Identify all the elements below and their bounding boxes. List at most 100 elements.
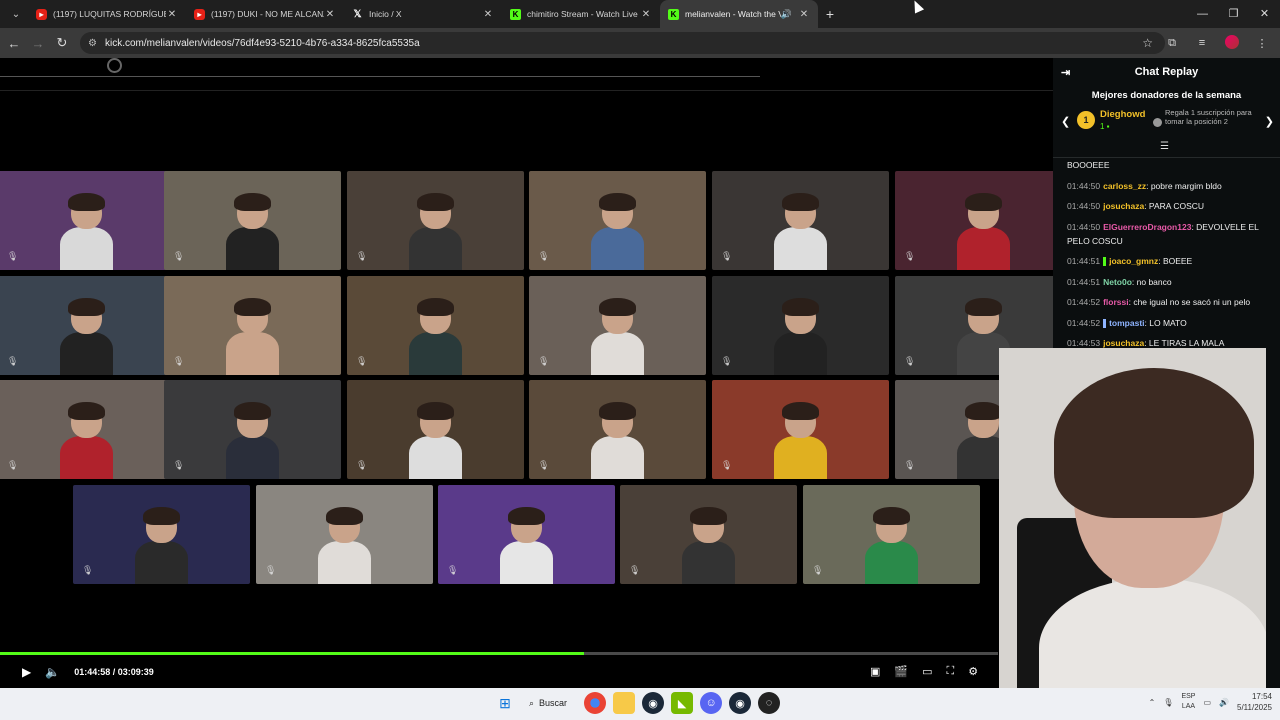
- tab-close-icon[interactable]: ✕: [798, 9, 810, 20]
- participant-tile: 🎙: [347, 276, 524, 375]
- steam-icon[interactable]: ◉: [642, 692, 665, 714]
- media-controls-icon[interactable]: ≡: [1192, 37, 1212, 49]
- mic-muted-icon: 🎙: [721, 460, 733, 470]
- volume-icon[interactable]: 🔈: [45, 665, 60, 679]
- mic-muted-icon: 🎙: [356, 460, 368, 470]
- theater-mode-icon[interactable]: ▣: [870, 665, 880, 678]
- bookmark-star-icon[interactable]: ☆: [1142, 36, 1153, 50]
- tab-title: (1197) DUKI - NO ME ALCANZA: [211, 9, 324, 19]
- participant-figure: [773, 192, 828, 270]
- fullscreen-icon[interactable]: ⛶: [947, 665, 955, 678]
- message-text: BOOOEEE: [1067, 160, 1110, 170]
- miniplayer-icon[interactable]: ▭: [922, 665, 932, 678]
- player-controls: ▶ 🔈 01:44:58 / 03:09:39 ▣ 🎬 ▭ ⛶ ⚙: [0, 650, 1053, 688]
- tab-close-icon[interactable]: ✕: [482, 9, 494, 20]
- chat-message: 01:44:51 joaco_gmnz: BOEEE: [1067, 254, 1270, 268]
- microphone-icon[interactable]: 🎙: [1163, 698, 1173, 707]
- gift-subscription-text[interactable]: Regala 1 suscripción para tomar la posic…: [1165, 108, 1257, 126]
- youtube-icon: ▸: [36, 8, 47, 20]
- message-text: : che igual no se sacó ni un pelo: [1128, 297, 1251, 307]
- donor-name[interactable]: Dieghowd: [1100, 109, 1145, 120]
- filter-icon[interactable]: ☰: [1160, 141, 1169, 152]
- participant-figure: [59, 401, 114, 479]
- speaker-icon[interactable]: 🔊: [781, 9, 792, 20]
- message-text: : pobre margim bldo: [1146, 180, 1222, 191]
- message-time: 01:44:50: [1067, 201, 1101, 211]
- tab-kick-melianvalen[interactable]: K melianvalen - Watch the VO 🔊 ✕: [660, 0, 818, 28]
- chrome-icon[interactable]: [584, 692, 607, 714]
- mic-muted-icon: 🎙: [7, 356, 19, 366]
- restore-icon[interactable]: ❐: [1218, 0, 1249, 28]
- rank-badge: 1: [1077, 111, 1095, 129]
- browser-tab-bar: ⌄ ▸ (1197) LUQUITAS RODRÍGUEZ ✕ ▸ (1197)…: [0, 0, 1280, 28]
- chevron-left-icon[interactable]: ❮: [1061, 115, 1070, 128]
- site-info-icon[interactable]: ⚙: [88, 38, 97, 49]
- participant-tile: 🎙: [0, 276, 175, 375]
- gift-icon: [1153, 118, 1162, 127]
- steam-alt-icon[interactable]: ◉: [729, 692, 752, 714]
- chevron-right-icon[interactable]: ❯: [1265, 115, 1274, 128]
- url-field[interactable]: ⚙ kick.com/melianvalen/videos/76df4e93-5…: [80, 32, 1165, 54]
- tab-search-icon[interactable]: ⌄: [4, 4, 28, 24]
- message-username[interactable]: tompasti: [1109, 318, 1144, 328]
- user-badge-icon: [1103, 257, 1107, 267]
- close-window-icon[interactable]: ✕: [1249, 0, 1280, 28]
- message-time: 01:44:51: [1067, 276, 1101, 287]
- participant-figure: [408, 401, 463, 479]
- volume-tray-icon[interactable]: 🔊: [1219, 698, 1229, 707]
- taskbar-search[interactable]: ⌕ Buscar: [523, 692, 577, 714]
- extensions-icon[interactable]: ⧉: [1162, 37, 1182, 50]
- streamer-webcam: [999, 348, 1266, 697]
- menu-icon[interactable]: ⋮: [1252, 37, 1272, 50]
- address-bar: ← → ↻ ⚙ kick.com/melianvalen/videos/76df…: [0, 28, 1280, 58]
- message-username[interactable]: carloss_zz: [1103, 181, 1146, 191]
- mic-muted-icon: 🎙: [538, 460, 550, 470]
- tab-close-icon[interactable]: ✕: [166, 9, 178, 20]
- message-username[interactable]: florssi: [1103, 297, 1129, 307]
- message-username[interactable]: ElGuerreroDragon123: [1103, 222, 1191, 232]
- discord-icon[interactable]: ☺: [700, 692, 723, 714]
- network-icon[interactable]: ▭: [1203, 698, 1211, 707]
- tab-youtube-2[interactable]: ▸ (1197) DUKI - NO ME ALCANZA ✕: [186, 0, 344, 28]
- mic-muted-icon: 🎙: [904, 460, 916, 470]
- nvidia-icon[interactable]: ◣: [671, 692, 694, 714]
- minimize-icon[interactable]: —: [1187, 0, 1218, 28]
- windows-start-icon[interactable]: ⊞: [494, 692, 516, 714]
- message-username[interactable]: joaco_gmnz: [1109, 256, 1158, 266]
- participant-figure: [499, 506, 554, 584]
- file-explorer-icon[interactable]: [613, 692, 636, 714]
- mic-muted-icon: 🎙: [447, 565, 459, 575]
- clock[interactable]: 17:54 5/11/2025: [1237, 691, 1272, 713]
- participant-tile: 🎙: [895, 171, 1072, 270]
- participant-figure: [59, 192, 114, 270]
- collapse-chat-icon[interactable]: ⇥: [1061, 66, 1070, 79]
- tray-chevron-icon[interactable]: ⌃: [1149, 698, 1156, 707]
- tab-close-icon[interactable]: ✕: [324, 9, 336, 20]
- play-icon[interactable]: ▶: [22, 665, 31, 679]
- forward-icon[interactable]: →: [26, 36, 50, 51]
- tab-youtube-1[interactable]: ▸ (1197) LUQUITAS RODRÍGUEZ ✕: [28, 0, 186, 28]
- tab-kick-chimitiro[interactable]: K chimitiro Stream - Watch Live o ✕: [502, 0, 660, 28]
- message-text: : LO MATO: [1144, 317, 1187, 328]
- participant-figure: [317, 506, 372, 584]
- video-player[interactable]: 🎙 🎙 🎙 🎙 🎙 🎙 🎙 🎙 🎙 🎙 🎙 🎙 🎙 🎙 🎙 🎙 🎙 🎙 🎙 🎙 🎙 🎙 🎙 ▶ 🔈 01:44:58 / 0…: [0, 58, 1072, 688]
- participant-tile: 🎙: [164, 276, 341, 375]
- tab-close-icon[interactable]: ✕: [640, 9, 652, 20]
- settings-gear-icon[interactable]: ⚙: [968, 665, 978, 678]
- language-indicator[interactable]: ESP LAA: [1181, 692, 1195, 712]
- profile-avatar[interactable]: [1222, 34, 1242, 52]
- mic-muted-icon: 🎙: [173, 460, 185, 470]
- user-badge-icon: [1103, 318, 1107, 328]
- chat-message: 01:44:50 ElGuerreroDragon123: DEVOLVELE E…: [1067, 220, 1270, 248]
- tab-x[interactable]: 𝕏 Inicio / X ✕: [344, 0, 502, 28]
- clip-icon[interactable]: 🎬: [894, 665, 908, 678]
- back-icon[interactable]: ←: [2, 36, 26, 51]
- participant-tile: 🎙: [803, 485, 980, 584]
- new-tab-button[interactable]: +: [818, 6, 842, 22]
- obs-icon[interactable]: ◌: [758, 692, 781, 714]
- participant-figure: [225, 192, 280, 270]
- message-username[interactable]: Neto0o: [1103, 277, 1132, 287]
- message-username[interactable]: josuchaza: [1103, 201, 1144, 211]
- reload-icon[interactable]: ↻: [50, 35, 74, 51]
- message-username[interactable]: josuchaza: [1103, 338, 1144, 348]
